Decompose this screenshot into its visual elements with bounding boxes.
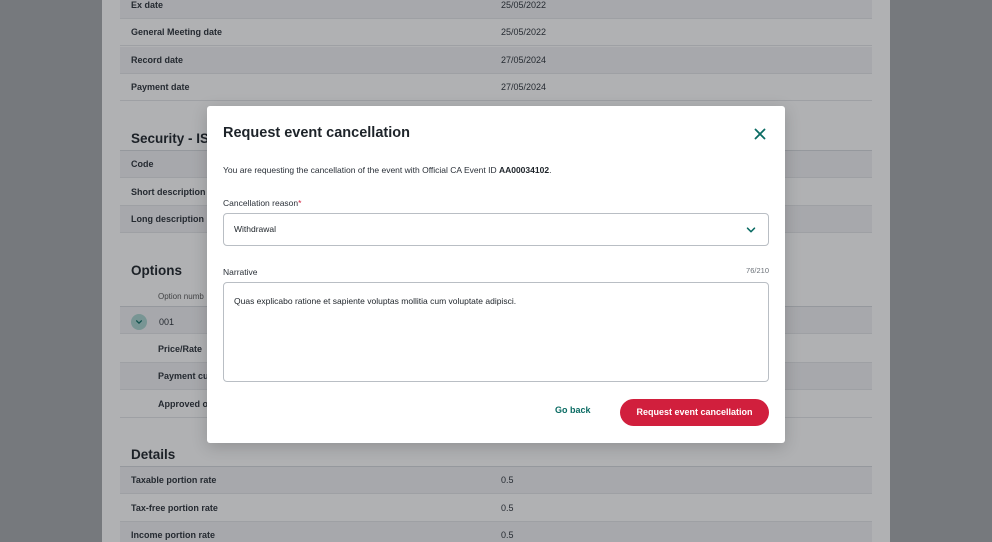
selected-reason: Withdrawal (234, 224, 277, 234)
event-id: AA00034102 (498, 165, 550, 175)
required-mark: * (298, 198, 302, 208)
narrative-label: Narrative (223, 267, 258, 277)
dialog-description: You are requesting the cancellation of t… (223, 165, 551, 175)
dialog-title: Request event cancellation (223, 125, 410, 141)
narrative-character-counter: 76/210 (746, 266, 769, 275)
narrative-textarea[interactable]: Quas explicabo ratione et sapiente volup… (223, 282, 769, 382)
go-back-button[interactable]: Go back (555, 405, 591, 415)
cancellation-reason-label: Cancellation reason* (223, 198, 301, 208)
close-button[interactable] (752, 126, 768, 142)
description-text: You are requesting the cancellation of t… (223, 165, 499, 175)
request-event-cancellation-button[interactable]: Request event cancellation (620, 399, 769, 426)
request-cancellation-dialog: Request event cancellation You are reque… (207, 106, 785, 443)
label-text: Cancellation reason (223, 198, 299, 208)
close-icon (754, 128, 766, 140)
cancellation-reason-select[interactable]: Withdrawal (223, 213, 769, 246)
description-end: . (549, 165, 552, 175)
chevron-down-icon (746, 227, 756, 233)
